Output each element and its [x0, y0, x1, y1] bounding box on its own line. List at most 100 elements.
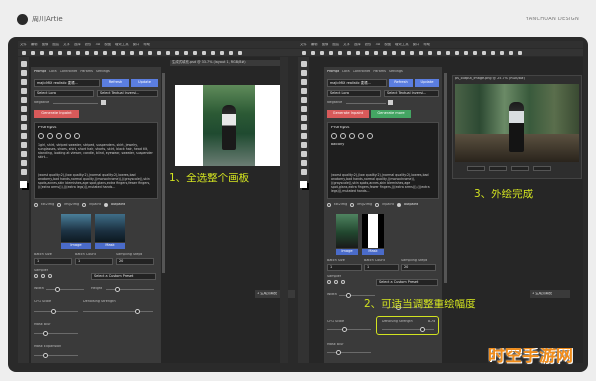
prompt-option-icon[interactable]	[331, 133, 337, 139]
option-icon[interactable]	[121, 50, 125, 55]
denoise-slider[interactable]	[382, 329, 434, 330]
option-icon[interactable]	[311, 50, 315, 55]
menu-item[interactable]: 窗口	[133, 43, 140, 46]
plugin-scrollbar[interactable]	[162, 73, 165, 273]
menu-item[interactable]: 3D	[375, 43, 380, 46]
preset-select[interactable]: Select a Custom Preset	[91, 273, 156, 280]
radio-icon[interactable]	[48, 274, 52, 278]
magic-wand-icon[interactable]	[300, 88, 307, 94]
model-select[interactable]: majicMIX realistic 麦橘...	[34, 79, 100, 87]
prompt-option-icon[interactable]	[74, 133, 80, 139]
option-icon[interactable]	[437, 50, 441, 55]
mode-outpaint[interactable]: outpaint	[404, 203, 418, 206]
option-icon[interactable]	[455, 50, 459, 55]
type-tool-icon[interactable]	[20, 169, 27, 175]
menu-item[interactable]: 编辑	[31, 43, 38, 46]
negative-prompt-textarea[interactable]: (worst quality:2),(low quality:2),(norma…	[38, 173, 154, 195]
option-icon[interactable]	[175, 50, 179, 55]
option-icon[interactable]	[202, 50, 206, 55]
refresh-button[interactable]: Refresh	[389, 79, 413, 87]
image-thumbnail[interactable]	[61, 214, 91, 242]
menu-item[interactable]: 帮助	[143, 43, 150, 46]
plugin-tab-settings[interactable]: Settings	[389, 70, 403, 73]
option-icon[interactable]	[509, 50, 513, 55]
generated-image[interactable]	[455, 84, 579, 162]
mask-thumbnail[interactable]	[95, 214, 125, 242]
prompt-textarea[interactable]: 1girl, shirt, striped sweater, striped, …	[38, 143, 154, 167]
option-icon[interactable]	[148, 50, 152, 55]
plugin-tab-controlnet[interactable]: Controlnet	[60, 70, 78, 73]
result-button[interactable]	[489, 166, 507, 171]
option-icon[interactable]	[229, 50, 233, 55]
option-icon[interactable]	[112, 50, 116, 55]
plugin-tab-lora[interactable]: Lora	[342, 70, 349, 73]
menu-item[interactable]: 编辑	[311, 43, 318, 46]
option-icon[interactable]	[320, 50, 324, 55]
image-thumbnail[interactable]	[336, 214, 358, 248]
menu-item[interactable]: 增效工具	[395, 43, 409, 46]
batch-count-input[interactable]: 1	[75, 258, 113, 265]
healing-brush-icon[interactable]	[300, 115, 307, 121]
width-slider-knob[interactable]	[55, 286, 60, 292]
plugin-tab-params[interactable]: Params	[80, 70, 93, 73]
batch-size-input[interactable]: 1	[34, 258, 72, 265]
plugin-tab-prompt[interactable]: Prompt	[327, 70, 339, 73]
option-icon[interactable]	[347, 50, 351, 55]
menu-item[interactable]: 选择	[74, 43, 81, 46]
menu-item[interactable]: 滤镜	[365, 43, 372, 46]
negative-slider[interactable]	[53, 103, 98, 104]
stamp-tool-icon[interactable]	[20, 133, 27, 139]
mask-blur-slider[interactable]	[327, 352, 371, 353]
option-icon[interactable]	[410, 50, 414, 55]
generate-more-button[interactable]: Generate more	[371, 110, 411, 118]
radio-icon[interactable]	[82, 203, 87, 207]
menu-item[interactable]: 选择	[354, 43, 361, 46]
option-icon[interactable]	[329, 50, 333, 55]
marquee-tool-icon[interactable]	[20, 70, 27, 76]
eyedropper-icon[interactable]	[300, 106, 307, 112]
radio-icon[interactable]	[34, 203, 38, 207]
option-icon[interactable]	[473, 50, 477, 55]
negative-prompt-textarea[interactable]: (worst quality:2),(low quality:2),(norma…	[331, 173, 435, 195]
option-icon[interactable]	[383, 50, 387, 55]
option-icon[interactable]	[338, 50, 342, 55]
option-icon[interactable]	[482, 50, 486, 55]
negative-checkbox[interactable]	[388, 100, 393, 105]
plugin-tab-prompt[interactable]: Prompt	[34, 70, 46, 73]
batch-count-input[interactable]: 1	[364, 264, 399, 271]
option-icon[interactable]	[139, 50, 143, 55]
radio-icon[interactable]	[375, 203, 380, 207]
cfg-slider-knob[interactable]	[342, 326, 347, 332]
option-icon[interactable]	[401, 50, 405, 55]
left-doc-tab[interactable]: 生成式填充.psd @ 33.7% (layout 1, RGB/8#)	[170, 60, 288, 66]
prompt-option-icon[interactable]	[47, 133, 53, 139]
denoise-slider-knob[interactable]	[420, 326, 425, 332]
cfg-slider-knob[interactable]	[51, 308, 56, 314]
textual-inversion-select[interactable]: Select Textual Inversi...	[384, 90, 439, 97]
radio-icon[interactable]	[41, 274, 45, 278]
option-icon[interactable]	[103, 50, 107, 55]
plugin-tab-params[interactable]: Params	[373, 70, 386, 73]
lasso-tool-icon[interactable]	[20, 79, 27, 85]
lora-select[interactable]: Select Lora	[34, 90, 94, 97]
radio-icon[interactable]	[334, 280, 338, 284]
option-icon[interactable]	[419, 50, 423, 55]
option-icon[interactable]	[94, 50, 98, 55]
healing-brush-icon[interactable]	[20, 115, 27, 121]
option-icon[interactable]	[464, 50, 468, 55]
plugin-tab-lora[interactable]: Lora	[49, 70, 56, 73]
option-icon[interactable]	[500, 50, 504, 55]
option-icon[interactable]	[392, 50, 396, 55]
menu-item[interactable]: 图像	[322, 43, 329, 46]
menu-item[interactable]: 窗口	[413, 43, 420, 46]
photo-layer[interactable]	[203, 85, 255, 166]
move-tool-icon[interactable]	[22, 50, 26, 55]
radio-icon[interactable]	[327, 280, 331, 284]
update-button[interactable]: Update	[415, 79, 439, 87]
option-icon[interactable]	[446, 50, 450, 55]
stamp-tool-icon[interactable]	[300, 133, 307, 139]
mode-txt2img[interactable]: txt2img	[41, 203, 54, 206]
mode-txt2img[interactable]: txt2img	[334, 203, 347, 206]
option-icon[interactable]	[67, 50, 71, 55]
move-tool-icon[interactable]	[300, 61, 307, 67]
